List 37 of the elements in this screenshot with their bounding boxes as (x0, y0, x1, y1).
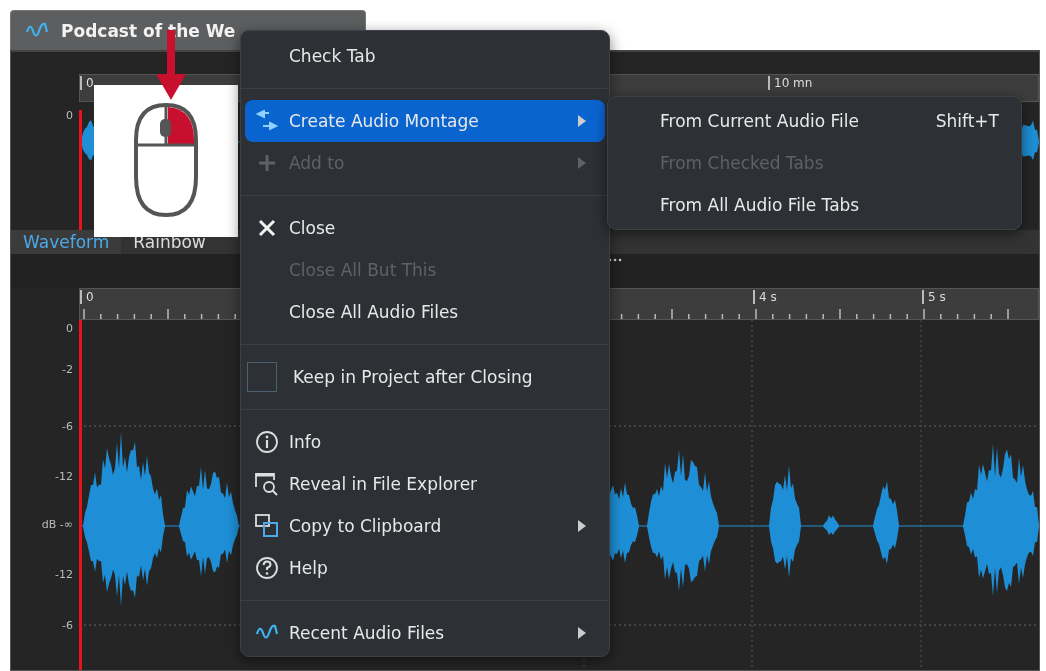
menu-item[interactable]: Help (245, 547, 605, 589)
db-scale-label: -6 (62, 419, 73, 433)
menu-checkbox-item[interactable]: Keep in Project after Closing (245, 356, 605, 398)
menu-item[interactable]: Close All Audio Files (245, 291, 605, 333)
view-tab[interactable]: Waveform (11, 230, 122, 254)
db-scale-label: -6 (62, 618, 73, 632)
ruler-label: 0 (80, 290, 94, 304)
submenu-caret-icon (577, 626, 587, 640)
db-scale-label: 0 (66, 321, 73, 335)
ruler-label: 5 s (922, 290, 946, 304)
submenu-caret-icon (577, 156, 587, 170)
plus-icon (257, 153, 277, 173)
close-icon (258, 219, 276, 237)
submenu-item[interactable]: From All Audio File Tabs (608, 184, 1021, 226)
montage-icon (255, 110, 279, 132)
menu-item[interactable]: Reveal in File Explorer (245, 463, 605, 505)
submenu-item[interactable]: From Current Audio File Shift+T (608, 100, 1021, 142)
db-scale-label: -12 (55, 567, 73, 581)
db-scale-label: 0 (66, 108, 73, 122)
db-scale-label: -2 (62, 362, 73, 376)
db-scale-label: -12 (55, 469, 73, 483)
menu-item[interactable]: Copy to Clipboard (245, 505, 605, 547)
menu-item[interactable]: Close (245, 207, 605, 249)
menu-item[interactable]: Recent Audio Files (245, 612, 605, 654)
shortcut-label: Shift+T (935, 111, 999, 131)
ruler-label: 4 s (753, 290, 777, 304)
submenu-caret-icon (577, 519, 587, 533)
copy-icon (254, 513, 280, 539)
window-search-icon (254, 471, 280, 497)
menu-item[interactable]: Info (245, 421, 605, 463)
checkbox[interactable] (247, 362, 277, 392)
db-scale-label: dB -∞ (41, 517, 73, 531)
help-icon (255, 556, 279, 580)
ruler-label: 10 mn (768, 76, 813, 90)
submenu-caret-icon (577, 114, 587, 128)
info-icon (255, 430, 279, 454)
menu-item[interactable]: Create Audio Montage (245, 100, 605, 142)
